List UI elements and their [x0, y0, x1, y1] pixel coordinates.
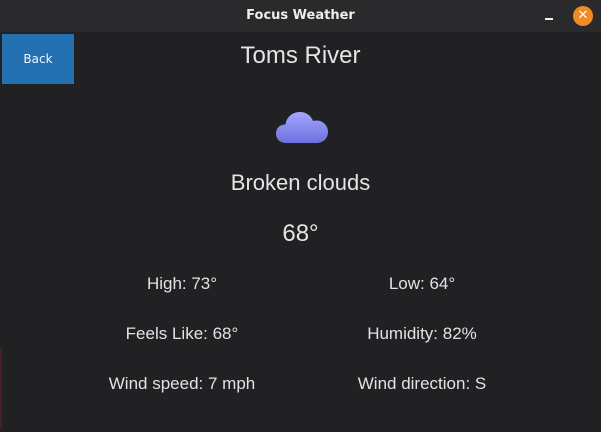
window-edge-divider [0, 348, 2, 428]
low-temperature: Low: 64° [388, 274, 456, 293]
humidity: Humidity: 82% [367, 324, 477, 343]
app-window: Focus Weather ✕ Back Toms River Broken c… [0, 0, 601, 432]
weather-condition: Broken clouds [230, 170, 371, 195]
minimize-button[interactable] [540, 9, 558, 23]
city-name: Toms River [240, 42, 361, 69]
wind-direction: Wind direction: S [357, 374, 487, 393]
wind-speed: Wind speed: 7 mph [108, 374, 256, 393]
cloud-icon [276, 112, 328, 143]
close-icon: ✕ [577, 8, 589, 23]
current-temperature: 68° [282, 220, 319, 247]
minimize-icon [545, 18, 553, 20]
close-button[interactable]: ✕ [573, 6, 593, 26]
title-bar[interactable]: Focus Weather ✕ [0, 0, 601, 32]
high-temperature: High: 73° [146, 274, 218, 293]
feels-like: Feels Like: 68° [125, 324, 239, 343]
window-title: Focus Weather [246, 8, 355, 23]
